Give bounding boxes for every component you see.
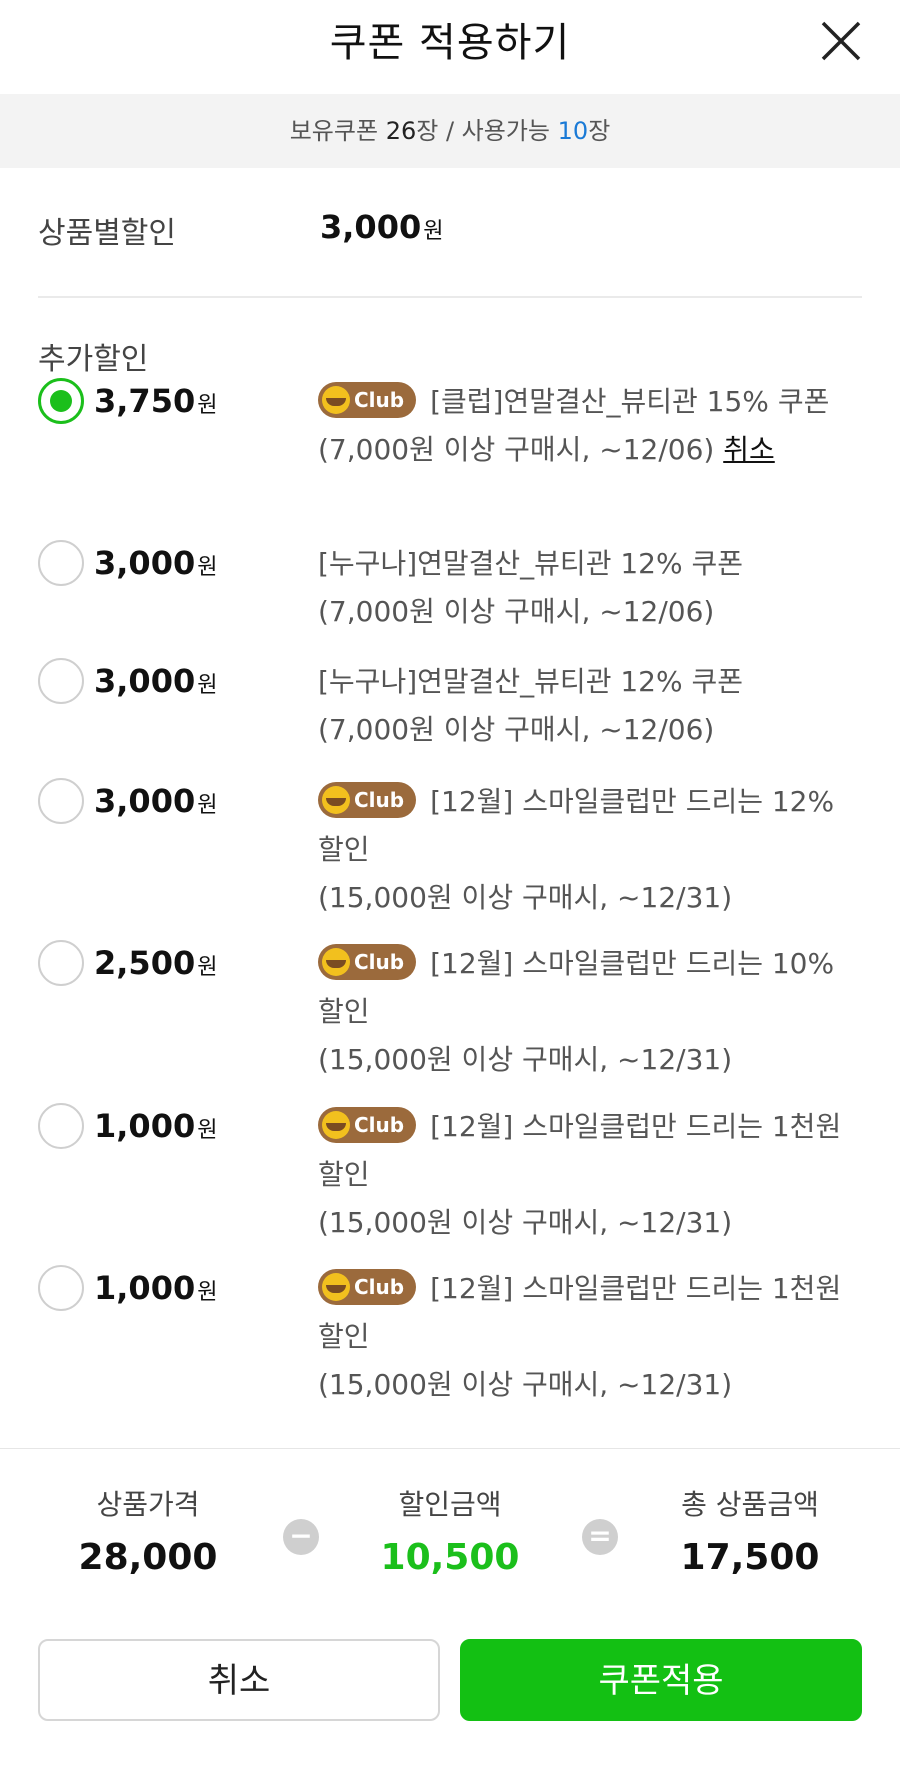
coupon-radio[interactable]: [38, 778, 84, 824]
coupon-description: Club [12월] 스마일클럽만 드리는 1천원 할인 (15,000원 이상 구…: [318, 1103, 858, 1247]
modal-header: 쿠폰 적용하기: [0, 0, 900, 94]
coupon-condition: (15,000원 이상 구매시, ~12/31): [318, 1368, 733, 1401]
price-column: 상품가격 28,000: [38, 1483, 258, 1578]
coupon-radio[interactable]: [38, 658, 84, 704]
coupon-description: Club [12월] 스마일클럽만 드리는 12% 할인 (15,000원 이상 구…: [318, 778, 858, 922]
coupon-list-scroll[interactable]: 상품별할인 3,000원 추가할인 3,750원 Club [클럽]연말결산_뷰티관…: [0, 168, 900, 1448]
coupon-amount: 3,000원: [94, 544, 218, 582]
coupon-description: [누구나]연말결산_뷰티관 12% 쿠폰 (7,000원 이상 구매시, ~12/…: [318, 540, 858, 636]
coupon-description: Club [12월] 스마일클럽만 드리는 10% 할인 (15,000원 이상 구…: [318, 940, 858, 1084]
coupon-condition: (15,000원 이상 구매시, ~12/31): [318, 1206, 733, 1239]
footer-summary: 상품가격 28,000 − 할인금액 10,500 = 총 상품금액 17,50…: [0, 1448, 900, 1766]
owned-label: 보유쿠폰: [289, 117, 379, 145]
cancel-button[interactable]: 취소: [38, 1639, 440, 1721]
owned-count: 26: [385, 117, 417, 145]
smile-icon: [322, 947, 350, 976]
coupon-radio[interactable]: [38, 940, 84, 986]
discount-column: 할인금액 10,500: [340, 1483, 560, 1578]
discount-label: 할인금액: [398, 1488, 502, 1521]
coupon-amount: 1,000원: [94, 1107, 218, 1145]
equals-icon: =: [582, 1519, 618, 1555]
product-discount-label: 상품별할인: [38, 216, 176, 251]
smile-icon: [322, 1110, 350, 1139]
total-column: 총 상품금액 17,500: [640, 1483, 860, 1578]
coupon-description: Club [12월] 스마일클럽만 드리는 1천원 할인 (15,000원 이상 구…: [318, 1265, 858, 1409]
discount-value: 10,500: [380, 1537, 520, 1578]
usable-count: 10: [557, 117, 589, 145]
coupon-amount: 3,000원: [94, 782, 218, 820]
club-badge: Club: [318, 1107, 417, 1143]
coupon-title: [누구나]연말결산_뷰티관 12% 쿠폰: [318, 547, 744, 580]
club-badge: Club: [318, 944, 417, 980]
coupon-amount: 3,750원: [94, 382, 218, 420]
coupon-radio[interactable]: [38, 1265, 84, 1311]
close-icon[interactable]: [816, 16, 866, 66]
coupon-description: [누구나]연말결산_뷰티관 12% 쿠폰 (7,000원 이상 구매시, ~12/…: [318, 658, 858, 754]
coupon-condition: (7,000원 이상 구매시, ~12/06): [318, 433, 715, 466]
minus-icon: −: [283, 1519, 319, 1555]
smile-icon: [322, 1272, 350, 1301]
usable-label: 사용가능: [461, 117, 550, 145]
total-label: 총 상품금액: [681, 1488, 819, 1521]
smile-icon: [322, 785, 350, 814]
coupon-title: [누구나]연말결산_뷰티관 12% 쿠폰: [318, 665, 744, 698]
coupon-amount: 3,000원: [94, 662, 218, 700]
owned-unit: 장: [416, 117, 439, 145]
smile-icon: [322, 385, 350, 414]
coupon-description: Club [클럽]연말결산_뷰티관 15% 쿠폰 (7,000원 이상 구매시, ~…: [318, 378, 858, 474]
coupon-title: [클럽]연말결산_뷰티관 15% 쿠폰: [430, 385, 830, 418]
divider: [38, 296, 862, 298]
coupon-condition: (7,000원 이상 구매시, ~12/06): [318, 713, 715, 746]
coupon-condition: (7,000원 이상 구매시, ~12/06): [318, 595, 715, 628]
page-title: 쿠폰 적용하기: [329, 20, 571, 66]
club-badge-label: Club: [354, 1275, 405, 1299]
separator: /: [438, 117, 462, 145]
club-badge-label: Club: [354, 950, 405, 974]
club-badge: Club: [318, 1269, 417, 1305]
coupon-condition: (15,000원 이상 구매시, ~12/31): [318, 881, 733, 914]
product-discount-value: 3,000원: [320, 208, 444, 246]
coupon-amount: 2,500원: [94, 944, 218, 982]
coupon-condition: (15,000원 이상 구매시, ~12/31): [318, 1043, 733, 1076]
apply-coupon-button[interactable]: 쿠폰적용: [460, 1639, 862, 1721]
price-value: 28,000: [78, 1537, 218, 1578]
coupon-radio[interactable]: [38, 540, 84, 586]
price-calculation: 상품가격 28,000 − 할인금액 10,500 = 총 상품금액 17,50…: [0, 1449, 900, 1619]
price-label: 상품가격: [96, 1488, 200, 1521]
total-value: 17,500: [680, 1537, 820, 1578]
extra-discount-label: 추가할인: [38, 342, 149, 377]
club-badge: Club: [318, 382, 417, 418]
product-discount-row: 상품별할인 3,000원: [38, 208, 862, 266]
coupon-count-bar: 보유쿠폰 26장 / 사용가능 10장: [0, 94, 900, 168]
coupon-amount: 1,000원: [94, 1269, 218, 1307]
club-badge-label: Club: [354, 388, 405, 412]
usable-unit: 장: [588, 117, 611, 145]
coupon-cancel-link[interactable]: 취소: [723, 433, 775, 466]
coupon-radio[interactable]: [38, 1103, 84, 1149]
coupon-radio[interactable]: [38, 378, 84, 424]
club-badge-label: Club: [354, 1113, 405, 1137]
club-badge: Club: [318, 782, 417, 818]
club-badge-label: Club: [354, 788, 405, 812]
